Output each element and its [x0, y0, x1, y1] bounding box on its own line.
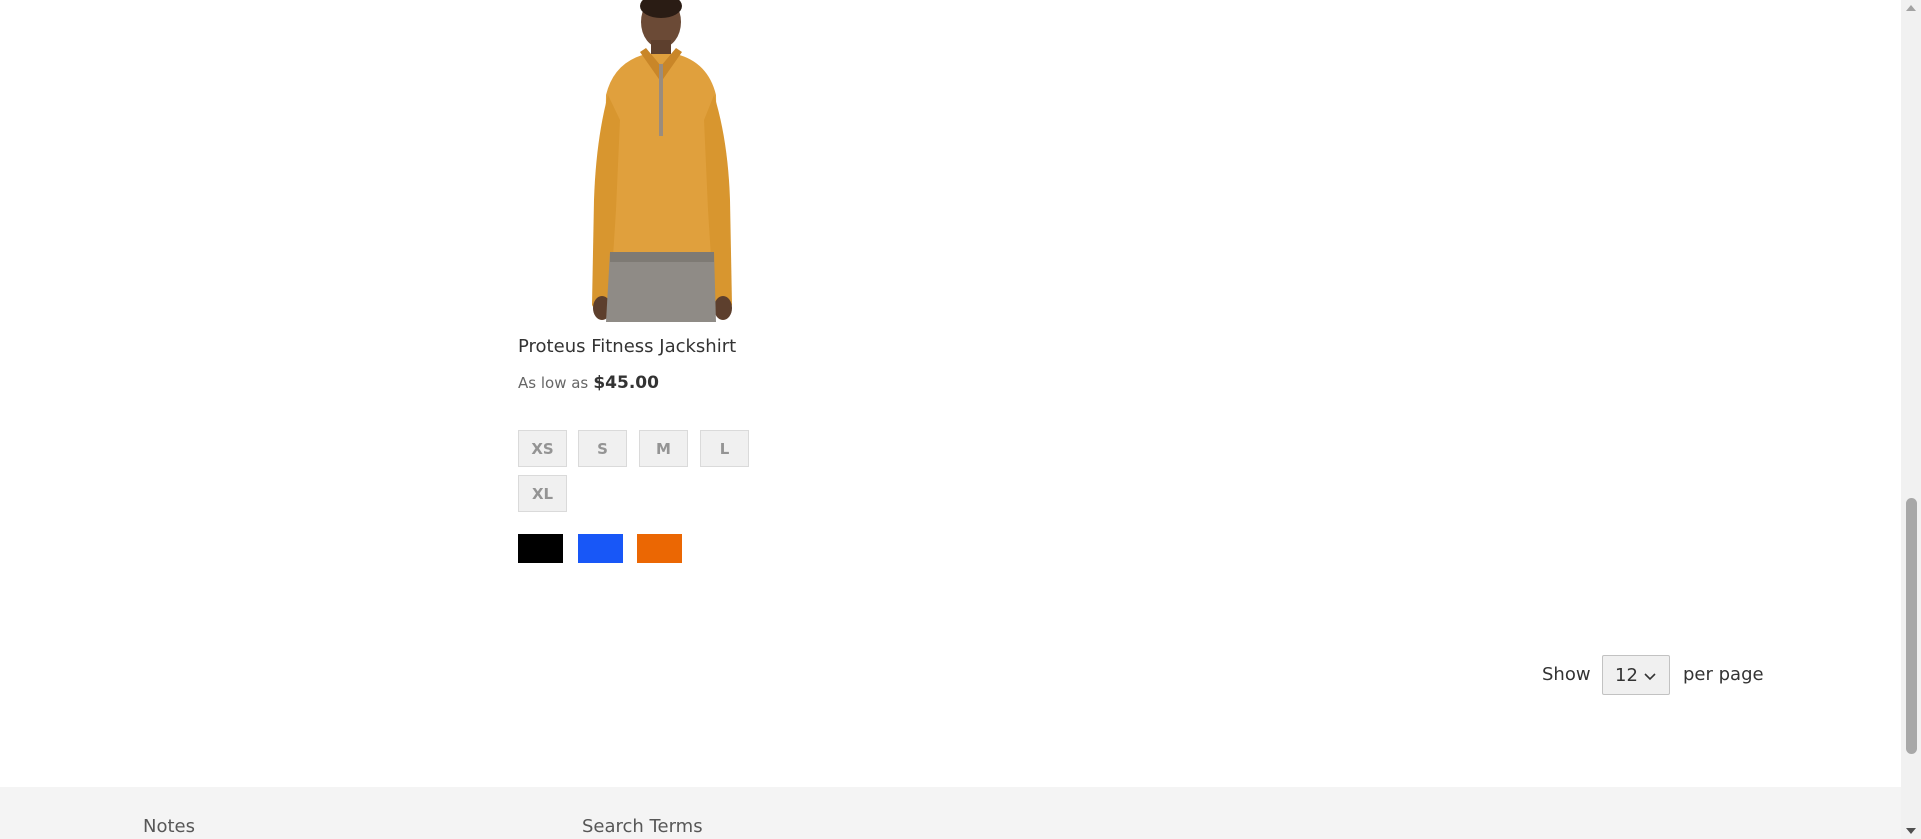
- limiter-select[interactable]: 12: [1602, 655, 1670, 695]
- limiter-show-label: Show: [1542, 664, 1591, 685]
- color-option-orange[interactable]: [637, 534, 682, 563]
- color-option-black[interactable]: [518, 534, 563, 563]
- size-option-m[interactable]: M: [639, 430, 688, 467]
- size-option-l[interactable]: L: [700, 430, 749, 467]
- footer: Notes Search Terms: [0, 787, 1901, 839]
- price-box: As low as $45.00: [518, 373, 659, 393]
- size-option-s[interactable]: S: [578, 430, 627, 467]
- chevron-down-icon: [1644, 673, 1656, 681]
- arrow-down-icon[interactable]: [1901, 822, 1921, 839]
- footer-link-notes[interactable]: Notes: [143, 816, 195, 837]
- size-option-xs[interactable]: XS: [518, 430, 567, 467]
- limiter-per-page-label: per page: [1683, 664, 1764, 685]
- arrow-up-icon[interactable]: [1901, 0, 1921, 17]
- limiter-value: 12: [1615, 664, 1638, 686]
- size-option-xl[interactable]: XL: [518, 475, 567, 512]
- color-option-blue[interactable]: [578, 534, 623, 563]
- price: $45.00: [593, 373, 659, 393]
- page: Proteus Fitness Jackshirt As low as $45.…: [0, 0, 1921, 839]
- scrollbar-thumb[interactable]: [1906, 498, 1917, 754]
- footer-link-search-terms[interactable]: Search Terms: [582, 816, 703, 837]
- product-image: [518, 0, 758, 322]
- product-name-link[interactable]: Proteus Fitness Jackshirt: [518, 336, 736, 357]
- price-prefix: As low as: [518, 374, 589, 392]
- vertical-scrollbar[interactable]: [1901, 0, 1921, 839]
- product-image-link[interactable]: [518, 0, 758, 322]
